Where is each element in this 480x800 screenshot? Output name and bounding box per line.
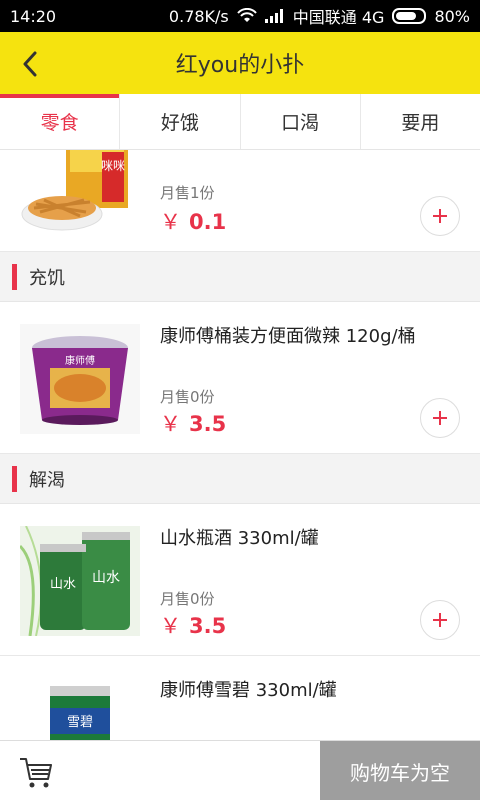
checkout-label: 购物车为空 xyxy=(350,760,450,785)
product-item[interactable]: 雪碧 康师傅雪碧 330ml/罐 xyxy=(0,656,480,740)
product-name: 康师傅雪碧 330ml/罐 xyxy=(160,680,337,701)
product-name: 康师傅桶装方便面微辣 120g/桶 xyxy=(160,326,416,347)
currency-symbol: ￥ xyxy=(160,412,181,436)
product-image-beer: 山水 山水 xyxy=(20,526,140,636)
tab-hungry[interactable]: 好饿 xyxy=(120,94,241,149)
tab-snacks[interactable]: 零食 xyxy=(0,94,121,149)
section-label: 充饥 xyxy=(29,267,65,289)
product-item[interactable]: 山水 山水 山水瓶酒 330ml/罐 月售0份 ￥ 3.5 xyxy=(0,504,480,656)
status-carrier: 中国联通 4G xyxy=(292,8,385,27)
section-marker xyxy=(12,465,17,492)
plus-icon xyxy=(433,411,447,425)
product-price: ￥ 3.5 xyxy=(160,610,226,640)
cart-icon[interactable] xyxy=(18,755,54,789)
product-image-sprite: 雪碧 xyxy=(20,678,140,740)
tab-label: 要用 xyxy=(401,112,440,134)
price-value: 3.5 xyxy=(189,412,227,436)
product-sold: 月售0份 xyxy=(160,590,215,608)
back-button[interactable] xyxy=(12,46,48,82)
product-item[interactable]: 咪咪 月售1份 ￥ 0.1 xyxy=(0,150,480,252)
product-price: ￥ 3.5 xyxy=(160,408,226,438)
product-item[interactable]: 康师傅 康师傅桶装方便面微辣 120g/桶 月售0份 ￥ 3.5 xyxy=(0,302,480,454)
svg-text:山水: 山水 xyxy=(50,577,76,592)
add-to-cart-button[interactable] xyxy=(420,196,460,236)
category-tabs: 零食 好饿 口渴 要用 xyxy=(0,94,480,150)
status-speed: 0.78K/s xyxy=(168,6,229,26)
wifi-icon xyxy=(237,8,257,22)
status-bar: 14:20 0.78K/s 中国联通 4G 80% xyxy=(0,0,480,32)
section-label: 解渴 xyxy=(29,469,65,491)
product-name: 山水瓶酒 330ml/罐 xyxy=(160,528,319,549)
tab-label: 零食 xyxy=(40,112,79,134)
battery-icon xyxy=(392,8,427,24)
product-sold: 月售0份 xyxy=(160,388,215,406)
tab-essentials[interactable]: 要用 xyxy=(361,94,480,149)
currency-symbol: ￥ xyxy=(160,210,181,234)
page-title: 红you的小扑 xyxy=(175,53,305,78)
price-value: 0.1 xyxy=(189,210,227,234)
section-marker xyxy=(12,263,17,290)
plus-icon xyxy=(433,613,447,627)
product-image-snack: 咪咪 xyxy=(20,150,140,238)
tab-label: 好饿 xyxy=(160,112,199,134)
checkout-button[interactable]: 购物车为空 xyxy=(320,741,480,800)
product-list[interactable]: 咪咪 月售1份 ￥ 0.1 充饥 康师傅 康师傅桶装方便面微辣 120g/桶 月… xyxy=(0,150,480,740)
svg-text:咪咪: 咪咪 xyxy=(101,159,125,173)
product-image-noodles: 康师傅 xyxy=(20,324,140,434)
tab-label: 口渴 xyxy=(281,112,320,134)
tab-thirsty[interactable]: 口渴 xyxy=(241,94,361,149)
status-right: 0.78K/s 中国联通 4G 80% xyxy=(169,4,470,28)
signal-icon xyxy=(264,9,283,23)
bottom-bar: 购物车为空 xyxy=(0,740,480,800)
status-battery: 80% xyxy=(434,6,470,26)
price-value: 3.5 xyxy=(189,614,227,638)
product-sold: 月售1份 xyxy=(160,184,215,202)
chevron-left-icon xyxy=(23,51,37,77)
add-to-cart-button[interactable] xyxy=(420,398,460,438)
svg-text:雪碧: 雪碧 xyxy=(67,715,93,730)
add-to-cart-button[interactable] xyxy=(420,600,460,640)
app-header: 红you的小扑 xyxy=(0,32,480,94)
plus-icon xyxy=(433,209,447,223)
section-header: 解渴 xyxy=(0,454,480,504)
status-time: 14:20 xyxy=(10,6,57,26)
currency-symbol: ￥ xyxy=(160,614,181,638)
section-header: 充饥 xyxy=(0,252,480,302)
product-price: ￥ 0.1 xyxy=(160,206,226,236)
svg-text:康师傅: 康师傅 xyxy=(65,354,95,367)
svg-text:山水: 山水 xyxy=(92,570,120,586)
